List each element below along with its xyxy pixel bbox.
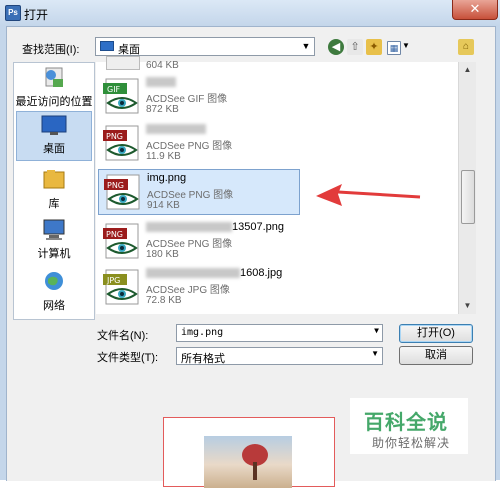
file-type: ACDSee GIF 图像 — [146, 94, 228, 105]
svg-text:PNG: PNG — [106, 230, 123, 239]
back-icon[interactable]: ◀ — [328, 39, 344, 55]
filetype-value: 所有格式 — [181, 353, 225, 365]
chevron-down-icon[interactable]: ▼ — [371, 349, 379, 358]
list-item[interactable]: 604 KB — [98, 56, 300, 74]
file-name: img.png — [147, 172, 187, 184]
file-name — [146, 76, 176, 88]
acdsee-png-icon: PNG — [102, 222, 142, 260]
file-name — [146, 123, 206, 135]
filename-label: 文件名(N): — [97, 330, 149, 342]
cancel-button[interactable]: 取消 — [399, 346, 473, 365]
sidebar-item-label: 网络 — [43, 300, 65, 312]
open-dialog: Ps 打开 ✕ 查找范围(I): 桌面 ▼ ◀ ⇧ ✦ ▦ ▼ ⌂ 最近访问的位… — [0, 0, 500, 488]
recent-places-icon — [39, 65, 69, 91]
scroll-down-icon[interactable]: ▼ — [459, 298, 476, 314]
watermark-title: 百科全说 — [364, 412, 448, 434]
file-name: 13507.png — [146, 221, 284, 233]
file-name-suffix: 13507.png — [232, 221, 284, 233]
list-item[interactable]: PNG 13507.png ACDSee PNG 图像 180 KB — [98, 219, 300, 265]
filename-input[interactable]: img.png ▼ — [176, 324, 383, 342]
list-item-selected[interactable]: PNG img.png ACDSee PNG 图像 914 KB — [98, 169, 300, 215]
list-item[interactable]: JPG 1608.jpg ACDSee JPG 图像 72.8 KB — [98, 265, 300, 311]
scroll-up-icon[interactable]: ▲ — [459, 62, 476, 78]
file-size: 914 KB — [147, 200, 180, 211]
sidebar-item-desktop[interactable]: 桌面 — [16, 111, 92, 161]
svg-text:GIF: GIF — [107, 85, 121, 94]
filetype-label: 文件类型(T): — [97, 352, 159, 364]
folder-shortcut-icon[interactable]: ⌂ — [458, 39, 474, 55]
up-folder-icon[interactable]: ⇧ — [347, 39, 363, 55]
new-folder-icon[interactable]: ✦ — [366, 39, 382, 55]
sidebar-item-computer[interactable]: 计算机 — [14, 217, 94, 261]
file-name-suffix: 1608.jpg — [240, 267, 283, 279]
sidebar-item-label: 库 — [48, 198, 60, 210]
lookin-dropdown[interactable]: 桌面 ▼ — [95, 37, 315, 56]
file-size: 604 KB — [146, 60, 179, 71]
file-name: 1608.jpg — [146, 267, 282, 279]
scroll-thumb[interactable] — [461, 170, 475, 224]
desktop-icon — [39, 112, 69, 138]
sidebar-item-recent[interactable]: 最近访问的位置 — [14, 65, 94, 109]
close-button[interactable]: ✕ — [452, 0, 498, 20]
photoshop-app-icon: Ps — [5, 5, 21, 21]
chevron-down-icon[interactable]: ▼ — [298, 38, 314, 55]
sidebar-item-libraries[interactable]: 库 — [14, 167, 94, 211]
vertical-scrollbar[interactable]: ▲ ▼ — [458, 62, 476, 314]
file-size: 872 KB — [146, 104, 179, 115]
file-type: ACDSee PNG 图像 — [146, 141, 233, 152]
view-menu-icon[interactable]: ▦ — [387, 41, 401, 55]
acdsee-png-icon: PNG — [102, 124, 142, 162]
image-preview — [163, 417, 335, 488]
acdsee-png-icon: PNG — [103, 173, 143, 211]
lookin-label: 查找范围(I): — [22, 44, 80, 56]
libraries-icon — [39, 167, 69, 193]
file-type: ACDSee PNG 图像 — [146, 239, 233, 250]
chevron-down-icon[interactable]: ▼ — [374, 326, 379, 335]
sidebar-item-label: 计算机 — [37, 248, 71, 260]
computer-icon — [39, 217, 69, 243]
file-thumbnail — [106, 56, 140, 70]
svg-text:PNG: PNG — [106, 132, 123, 141]
sidebar-item-network[interactable]: 网络 — [14, 269, 94, 313]
filetype-dropdown[interactable]: 所有格式 ▼ — [176, 347, 383, 365]
watermark: 百科全说 助你轻松解决 — [350, 398, 468, 454]
sidebar-item-label: 最近访问的位置 — [15, 96, 93, 108]
view-menu-arrow-icon[interactable]: ▼ — [402, 41, 410, 50]
file-size: 180 KB — [146, 249, 179, 260]
list-item[interactable]: PNG ACDSee PNG 图像 11.9 KB — [98, 121, 300, 167]
file-type: ACDSee JPG 图像 — [146, 285, 230, 296]
list-item[interactable]: GIF ACDSee GIF 图像 872 KB — [98, 74, 300, 120]
svg-text:JPG: JPG — [106, 276, 120, 285]
network-icon — [39, 269, 69, 295]
watermark-subtitle: 助你轻松解决 — [372, 436, 451, 450]
file-size: 72.8 KB — [146, 295, 182, 306]
acdsee-jpg-icon: JPG — [102, 268, 142, 306]
svg-text:PNG: PNG — [107, 181, 124, 190]
acdsee-gif-icon: GIF — [102, 77, 142, 115]
places-bar: 最近访问的位置 桌面 库 计算机 网络 — [13, 62, 95, 320]
preview-thumbnail — [204, 436, 292, 488]
lookin-value: 桌面 — [118, 44, 140, 56]
tree-trunk-graphic — [253, 462, 257, 480]
file-type: ACDSee PNG 图像 — [147, 190, 234, 201]
filename-value: img.png — [181, 327, 224, 338]
open-button[interactable]: 打开(O) — [399, 324, 473, 343]
red-arrow-annotation — [316, 184, 421, 206]
window-title: 打开 — [24, 8, 49, 22]
title-bar: Ps 打开 ✕ — [0, 0, 500, 26]
desktop-icon — [100, 41, 114, 51]
sidebar-item-label: 桌面 — [43, 143, 65, 155]
file-size: 11.9 KB — [146, 151, 181, 162]
